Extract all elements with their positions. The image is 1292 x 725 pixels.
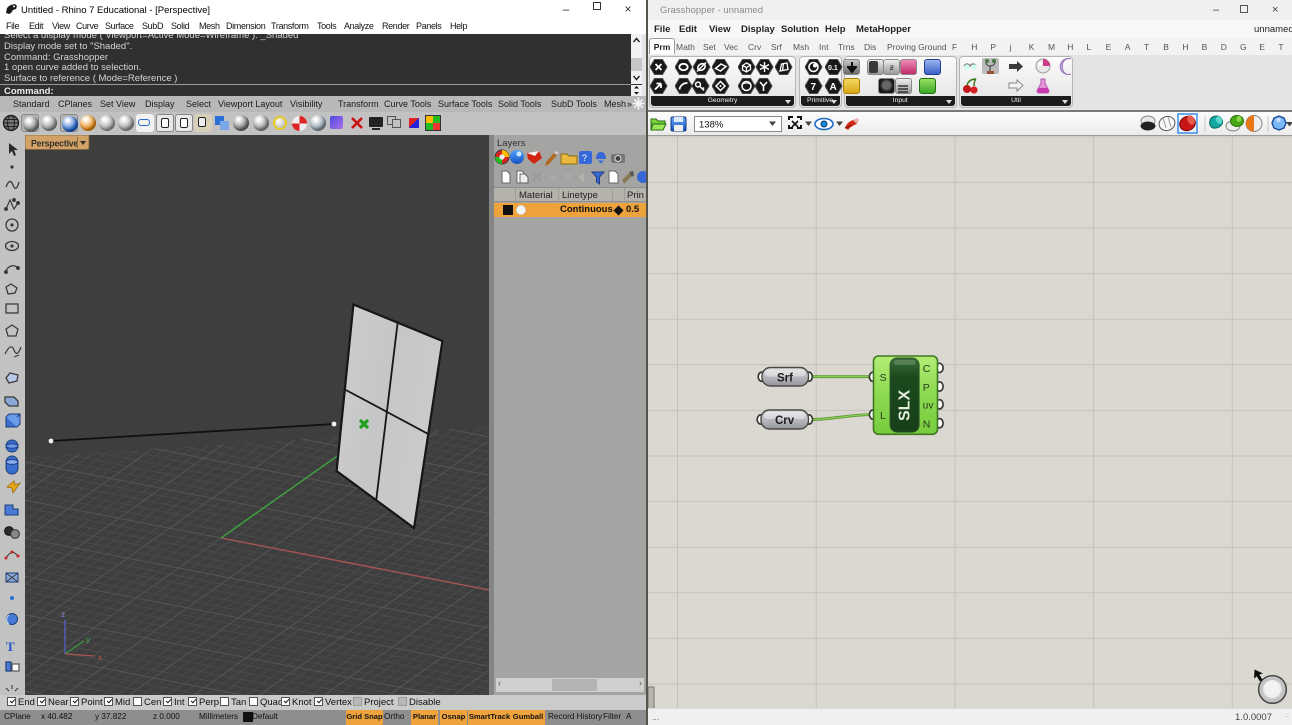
svg-text:P: P [923, 382, 930, 394]
svg-text:z: z [61, 609, 65, 619]
svg-text:L: L [880, 410, 886, 422]
svg-text:Perspective: Perspective [31, 139, 78, 149]
svg-text:T: T [6, 639, 15, 654]
svg-text:7: 7 [811, 82, 817, 93]
svg-text:S: S [880, 372, 887, 384]
svg-text:uv: uv [923, 401, 934, 412]
svg-text:0.1: 0.1 [828, 65, 838, 72]
svg-text:C: C [923, 363, 931, 375]
svg-text:138%: 138% [699, 120, 724, 131]
svg-text:Srf: Srf [777, 373, 793, 385]
svg-text:?: ? [582, 153, 587, 163]
svg-text:A: A [830, 82, 837, 93]
svg-text:Crv: Crv [775, 415, 795, 427]
svg-text:SLX: SLX [897, 390, 914, 421]
svg-text:N: N [923, 419, 931, 431]
